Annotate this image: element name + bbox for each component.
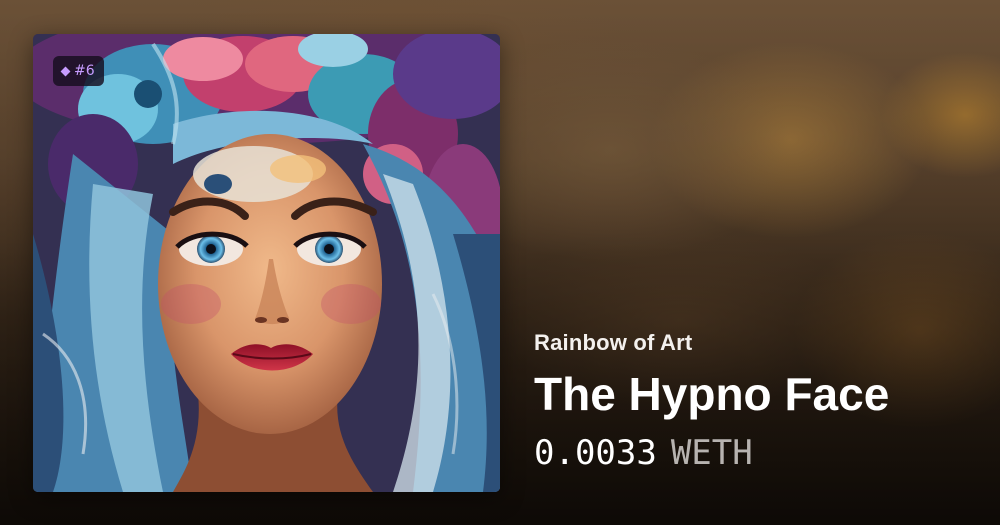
price: 0.0033 WETH xyxy=(534,436,974,470)
price-amount: 0.0033 xyxy=(534,433,657,474)
nft-artwork[interactable]: #6 xyxy=(33,34,500,492)
token-number: #6 xyxy=(74,63,95,79)
portrait-painting xyxy=(33,34,500,492)
collection-name[interactable]: Rainbow of Art xyxy=(534,330,974,356)
diamond-icon xyxy=(60,66,71,76)
item-title: The Hypno Face xyxy=(534,368,890,420)
nft-share-card: #6 Rainbow of Art The Hypno Face 0.0033 W… xyxy=(0,0,1000,525)
token-number-badge: #6 xyxy=(53,56,104,86)
price-currency: WETH xyxy=(670,433,753,474)
nft-details: Rainbow of Art The Hypno Face 0.0033 WETH xyxy=(534,330,974,470)
